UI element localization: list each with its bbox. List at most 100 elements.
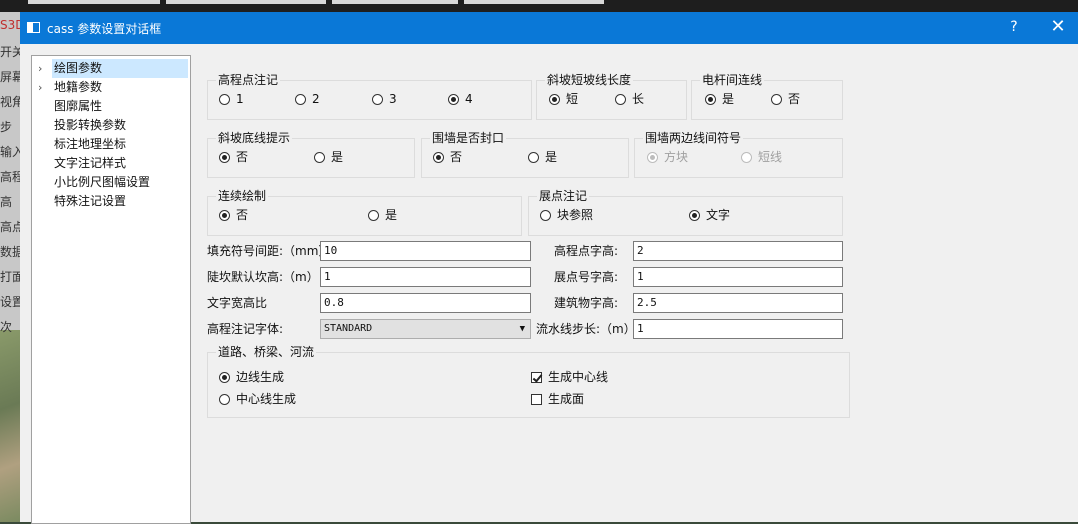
radio-indicator bbox=[219, 394, 230, 405]
radio-label: 是 bbox=[722, 92, 735, 106]
building-height-input[interactable]: 2.5 bbox=[633, 293, 843, 313]
radio-point-note-text[interactable]: 文字 bbox=[689, 207, 730, 223]
radio-indicator bbox=[705, 94, 716, 105]
tree-item[interactable]: 文字注记样式 bbox=[32, 154, 126, 173]
checkbox-generate-centerline[interactable]: 生成中心线 bbox=[531, 369, 608, 385]
radio-label: 否 bbox=[236, 208, 249, 222]
group-title: 围墙是否封口 bbox=[432, 131, 505, 145]
dropdown-arrow-icon: ▼ bbox=[519, 324, 525, 334]
tree-item[interactable]: 标注地理坐标 bbox=[32, 135, 126, 154]
background-tab bbox=[166, 0, 326, 4]
tree-item[interactable]: › 绘图参数 bbox=[38, 59, 188, 78]
radio-slope-bottom-yes[interactable]: 是 bbox=[314, 149, 343, 165]
label-scarp-height: 陡坎默认坎高:（m） bbox=[207, 270, 319, 284]
radio-pole-line-no[interactable]: 否 bbox=[771, 91, 800, 107]
background-map-image bbox=[0, 330, 22, 522]
background-text: 屏幕 bbox=[0, 70, 22, 84]
flow-step-input[interactable]: 1 bbox=[633, 319, 843, 339]
text-ratio-input[interactable]: 0.8 bbox=[320, 293, 531, 313]
cass-settings-dialog: cass 参数设置对话框 ? ✕ › 绘图参数 › 地籍参数 图廓属性 投影转换参数 标注地… bbox=[20, 12, 1078, 524]
radio-label: 否 bbox=[788, 92, 801, 106]
radio-indicator bbox=[615, 94, 626, 105]
tree-item[interactable]: 特殊注记设置 bbox=[32, 192, 126, 211]
radio-label: 文字 bbox=[706, 208, 731, 222]
tree-item-label: 图廓属性 bbox=[54, 99, 103, 113]
scarp-height-input[interactable]: 1 bbox=[320, 267, 531, 287]
radio-elev-note-4[interactable]: 4 bbox=[448, 91, 473, 107]
radio-label: 3 bbox=[389, 92, 397, 106]
radio-centerline-generate[interactable]: 中心线生成 bbox=[219, 391, 296, 407]
background-text: 打面 bbox=[0, 270, 22, 284]
tree-item-label: 地籍参数 bbox=[54, 80, 103, 94]
radio-elev-note-1[interactable]: 1 bbox=[219, 91, 244, 107]
radio-indicator bbox=[689, 210, 700, 221]
group-elev-note: 高程点注记 bbox=[207, 73, 532, 120]
radio-wall-close-yes[interactable]: 是 bbox=[528, 149, 557, 165]
label-text-ratio: 文字宽高比 bbox=[207, 296, 268, 310]
group-title: 围墙两边线间符号 bbox=[645, 131, 742, 145]
background-text: 设置 bbox=[0, 295, 22, 309]
radio-slope-bottom-no[interactable]: 否 bbox=[219, 149, 248, 165]
help-button[interactable]: ? bbox=[1006, 19, 1022, 35]
close-button[interactable]: ✕ bbox=[1048, 17, 1068, 37]
checkbox-label: 生成面 bbox=[548, 392, 585, 406]
radio-label: 长 bbox=[632, 92, 645, 106]
label-elev-height: 高程点字高: bbox=[554, 244, 619, 258]
background-text: 高程 bbox=[0, 170, 22, 184]
radio-point-note-block[interactable]: 块参照 bbox=[540, 207, 593, 223]
background-tab bbox=[28, 0, 160, 4]
tree-item[interactable]: 小比例尺图幅设置 bbox=[32, 173, 150, 192]
checkbox-indicator bbox=[531, 372, 542, 383]
checkbox-generate-surface[interactable]: 生成面 bbox=[531, 391, 584, 407]
background-text: 次 bbox=[0, 320, 13, 334]
radio-indicator bbox=[372, 94, 383, 105]
radio-wall-symbol-line[interactable]: 短线 bbox=[741, 149, 782, 165]
group-title: 道路、桥梁、河流 bbox=[218, 345, 315, 359]
tree-item[interactable]: 投影转换参数 bbox=[32, 116, 126, 135]
tree-item-label: 特殊注记设置 bbox=[54, 194, 127, 208]
radio-label: 是 bbox=[545, 150, 558, 164]
group-road: 道路、桥梁、河流 bbox=[207, 345, 850, 418]
tree-item-label: 标注地理坐标 bbox=[54, 137, 127, 151]
radio-slope-long[interactable]: 长 bbox=[615, 91, 644, 107]
radio-wall-symbol-block[interactable]: 方块 bbox=[647, 149, 688, 165]
background-tab bbox=[332, 0, 458, 4]
group-title: 展点注记 bbox=[539, 189, 588, 203]
radio-elev-note-3[interactable]: 3 bbox=[372, 91, 397, 107]
chevron-right-icon[interactable]: › bbox=[38, 78, 48, 97]
radio-label: 4 bbox=[465, 92, 473, 106]
radio-continuous-yes[interactable]: 是 bbox=[368, 207, 397, 223]
radio-slope-short[interactable]: 短 bbox=[549, 91, 578, 107]
checkbox-label: 生成中心线 bbox=[548, 370, 609, 384]
background-text: 高点 bbox=[0, 220, 22, 234]
radio-label: 边线生成 bbox=[236, 370, 285, 384]
point-height-input[interactable]: 1 bbox=[633, 267, 843, 287]
background-text: S3D bbox=[0, 18, 22, 32]
label-elev-font: 高程注记字体: bbox=[207, 322, 284, 336]
select-value: STANDARD bbox=[324, 323, 373, 334]
background-text: 输入 bbox=[0, 145, 22, 159]
radio-elev-note-2[interactable]: 2 bbox=[295, 91, 320, 107]
elev-font-select[interactable]: STANDARD ▼ bbox=[320, 319, 531, 339]
radio-continuous-no[interactable]: 否 bbox=[219, 207, 248, 223]
chevron-right-icon[interactable]: › bbox=[38, 59, 48, 78]
radio-pole-line-yes[interactable]: 是 bbox=[705, 91, 734, 107]
radio-indicator bbox=[368, 210, 379, 221]
radio-label: 1 bbox=[236, 92, 244, 106]
group-title: 电杆间连线 bbox=[702, 73, 763, 87]
radio-edge-generate[interactable]: 边线生成 bbox=[219, 369, 284, 385]
tree-item[interactable]: 图廓属性 bbox=[32, 97, 102, 116]
radio-label: 短线 bbox=[758, 150, 783, 164]
tree-item[interactable]: › 地籍参数 bbox=[32, 78, 102, 97]
background-text: 视角 bbox=[0, 95, 22, 109]
elev-height-input[interactable]: 2 bbox=[633, 241, 843, 261]
settings-tree: › 绘图参数 › 地籍参数图廓属性投影转换参数标注地理坐标文字注记样式 小比例尺图幅设置… bbox=[31, 55, 191, 524]
radio-indicator bbox=[314, 152, 325, 163]
radio-label: 方块 bbox=[664, 150, 689, 164]
tree-item-label: 绘图参数 bbox=[54, 61, 103, 75]
radio-indicator bbox=[219, 372, 230, 383]
window-icon bbox=[27, 22, 40, 33]
radio-wall-close-no[interactable]: 否 bbox=[433, 149, 462, 165]
fill-spacing-input[interactable]: 10 bbox=[320, 241, 531, 261]
radio-indicator bbox=[741, 152, 752, 163]
